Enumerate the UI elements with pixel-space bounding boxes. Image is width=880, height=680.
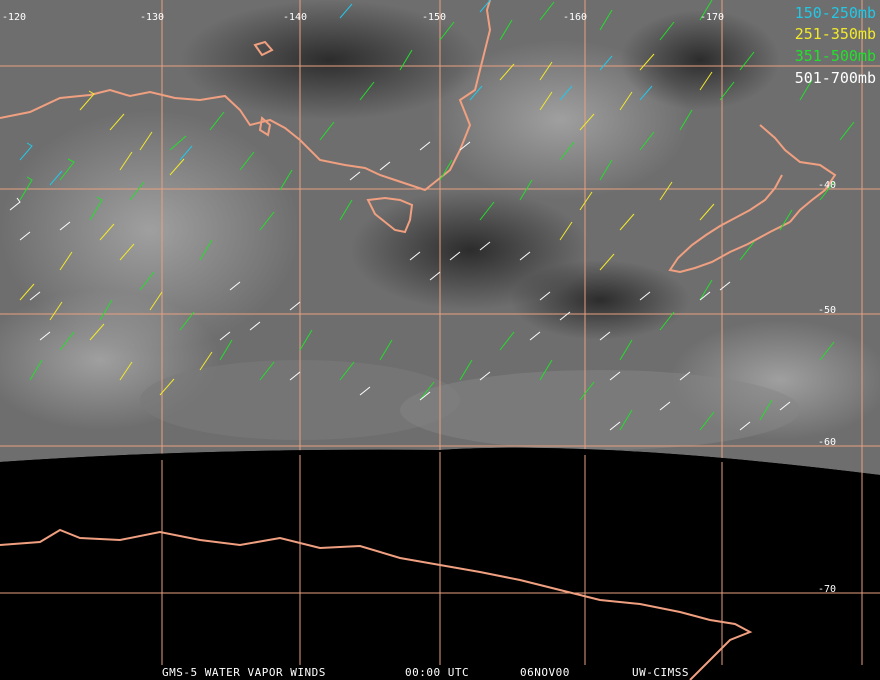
data-source: UW-CIMSS bbox=[632, 666, 689, 679]
observation-date: 06NOV00 bbox=[520, 666, 570, 679]
legend-entry-251-350mb: 251-350mb bbox=[794, 25, 876, 43]
latitude-label-60: -60 bbox=[818, 437, 837, 448]
longitude-label-140: -140 bbox=[283, 12, 308, 23]
satellite-map-canvas bbox=[0, 0, 880, 680]
longitude-label-150: -150 bbox=[422, 12, 447, 23]
legend-entry-351-500mb: 351-500mb bbox=[794, 47, 876, 65]
longitude-label-130: -130 bbox=[140, 12, 165, 23]
latitude-label-70: -70 bbox=[818, 584, 837, 595]
latitude-label-40: -40 bbox=[818, 180, 837, 191]
product-footer: GMS-5 WATER VAPOR WINDS 00:00 UTC 06NOV0… bbox=[0, 666, 880, 680]
legend-entry-150-250mb: 150-250mb bbox=[794, 4, 876, 22]
latitude-label-50: -50 bbox=[818, 305, 837, 316]
longitude-label-160: -160 bbox=[563, 12, 588, 23]
longitude-label-170: -170 bbox=[700, 12, 725, 23]
longitude-label-120: -120 bbox=[2, 12, 27, 23]
observation-time: 00:00 UTC bbox=[405, 666, 470, 679]
legend-entry-501-700mb: 501-700mb bbox=[794, 69, 876, 87]
product-name: GMS-5 WATER VAPOR WINDS bbox=[162, 666, 326, 679]
